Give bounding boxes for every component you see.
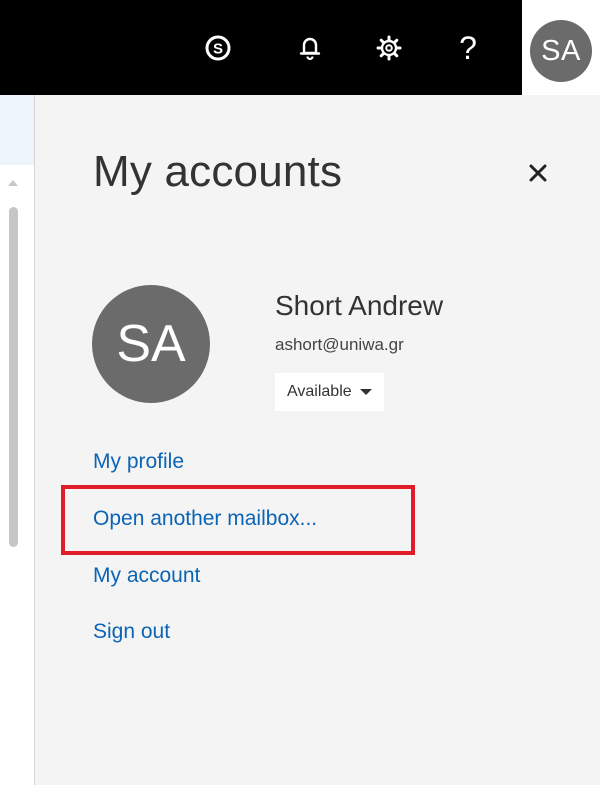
my-account-link[interactable]: My account — [93, 564, 200, 588]
top-avatar-initials: SA — [541, 34, 581, 67]
suite-bar: S ? — [0, 0, 522, 95]
profile-avatar: SA — [92, 285, 210, 403]
gear-icon[interactable] — [369, 28, 409, 68]
my-profile-link[interactable]: My profile — [93, 450, 184, 474]
account-avatar-button[interactable]: SA — [530, 20, 592, 82]
selected-row-band — [0, 95, 38, 165]
my-accounts-panel: My accounts SA Short Andrew ashort@uniwa… — [34, 95, 600, 785]
scrollbar-thumb[interactable] — [9, 207, 18, 547]
help-icon-glyph: ? — [459, 29, 477, 66]
sign-out-link[interactable]: Sign out — [93, 620, 170, 644]
skype-icon[interactable]: S — [198, 28, 238, 68]
status-dropdown[interactable]: Available — [275, 373, 384, 411]
panel-title: My accounts — [93, 147, 343, 196]
close-icon — [529, 164, 547, 182]
scroll-up-arrow-icon[interactable] — [8, 180, 18, 186]
highlight-annotation-box — [61, 485, 415, 555]
profile-email: ashort@uniwa.gr — [275, 335, 404, 354]
bell-icon[interactable] — [290, 28, 330, 68]
profile-name: Short Andrew — [275, 290, 444, 321]
background-app — [0, 95, 38, 785]
status-label: Available — [287, 383, 352, 400]
profile-avatar-initials: SA — [116, 315, 186, 373]
skype-icon-glyph: S — [213, 41, 223, 58]
chevron-down-icon — [359, 389, 372, 395]
close-button[interactable] — [522, 157, 554, 189]
help-icon[interactable]: ? — [448, 28, 488, 68]
